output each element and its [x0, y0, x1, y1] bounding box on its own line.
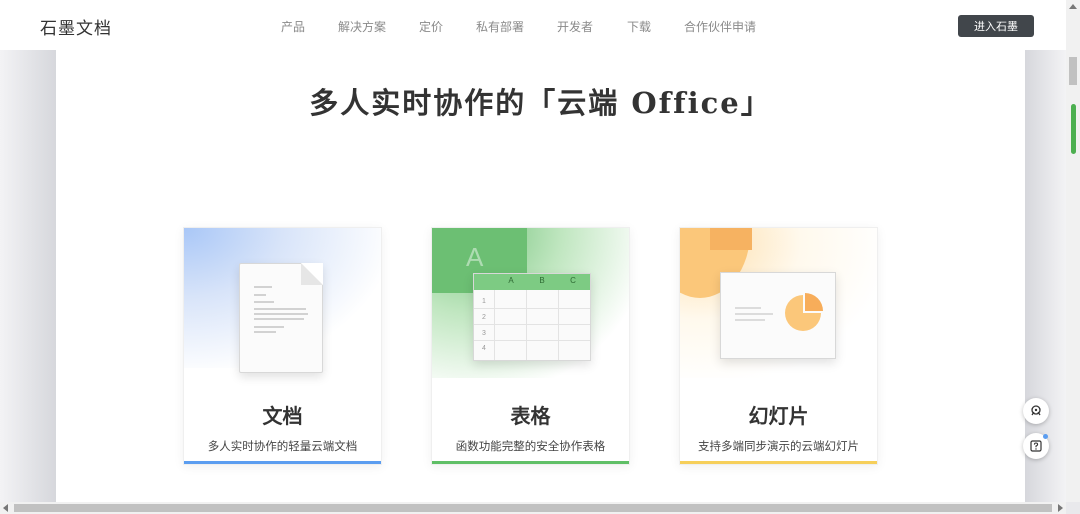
top-nav-bar: 石墨文档 产品 解决方案 定价 私有部署 开发者 下载 合作伙伴申请 进入石墨 [0, 0, 1066, 50]
main-content: 多人实时协作的「云端 Office」 文档 多人实时协作的轻量云端文档 A A … [56, 50, 1025, 502]
sheet-row-label: 1 [482, 298, 486, 305]
left-page-shadow [0, 50, 56, 502]
sheet-column-label: C [570, 276, 576, 285]
doc-text-line [254, 286, 272, 288]
vertical-scroll-thumb[interactable] [1069, 57, 1077, 85]
doc-text-line [254, 331, 276, 333]
sheet-grid-line [474, 324, 590, 325]
nav-item-partner-apply[interactable]: 合作伙伴申请 [684, 18, 756, 35]
nav-item-solutions[interactable]: 解决方案 [338, 18, 386, 35]
nav-item-products[interactable]: 产品 [281, 18, 305, 35]
scroll-up-arrow-icon[interactable] [1069, 4, 1077, 9]
doc-text-line [254, 294, 266, 296]
enter-shimo-button[interactable]: 进入石墨 [958, 15, 1034, 37]
vertical-scrollbar[interactable] [1066, 0, 1080, 502]
customer-support-button[interactable] [1023, 398, 1049, 424]
card-accent-bar [432, 461, 629, 464]
card-title: 幻灯片 [748, 404, 809, 428]
main-nav: 产品 解决方案 定价 私有部署 开发者 下载 合作伙伴申请 [0, 18, 1066, 34]
nav-item-private-deploy[interactable]: 私有部署 [476, 18, 524, 35]
hero-headline: 多人实时协作的「云端 Office」 [309, 86, 772, 120]
card-title: 表格 [510, 404, 551, 428]
scroll-left-arrow-icon[interactable] [3, 504, 8, 512]
doc-text-line [254, 313, 308, 315]
card-description: 多人实时协作的轻量云端文档 [207, 441, 358, 453]
sheet-row-label: 2 [482, 314, 486, 321]
product-card-sheets[interactable]: A A B C 1 2 3 4 表格 函数功能完整的安全协作表格 [431, 227, 630, 465]
sheet-row-label: 3 [482, 330, 486, 337]
help-button[interactable] [1023, 433, 1049, 459]
scroll-right-arrow-icon[interactable] [1058, 504, 1063, 512]
nav-item-download[interactable]: 下载 [627, 18, 651, 35]
card-description: 支持多端同步演示的云端幻灯片 [698, 441, 859, 453]
help-icon [1030, 440, 1042, 452]
sheet-grid-line [494, 290, 495, 360]
doc-text-line [254, 318, 304, 320]
slide-text-line [735, 319, 765, 321]
sheet-column-label: B [539, 276, 545, 285]
doc-text-line [254, 308, 306, 310]
horizontal-scroll-thumb[interactable] [14, 504, 1052, 512]
nav-item-pricing[interactable]: 定价 [419, 18, 443, 35]
slides-decor-square [710, 228, 752, 250]
product-card-docs[interactable]: 文档 多人实时协作的轻量云端文档 [183, 227, 382, 465]
headset-icon [1031, 405, 1041, 416]
sheet-row-label: 4 [482, 345, 486, 352]
doc-text-line [254, 326, 284, 328]
sheets-watermark-letter: A [466, 242, 484, 272]
card-accent-bar [184, 461, 381, 464]
slide-text-line [735, 313, 773, 315]
doc-text-line [254, 301, 274, 303]
slide-text-line [735, 307, 761, 309]
sheet-grid-line [474, 340, 590, 341]
product-card-slides[interactable]: 幻灯片 支持多端同步演示的云端幻灯片 [679, 227, 878, 465]
page-fold [301, 263, 323, 285]
sheet-grid-line [474, 308, 590, 309]
sheet-grid-line [526, 290, 527, 360]
card-description: 函数功能完整的安全协作表格 [455, 441, 606, 453]
side-progress-indicator [1071, 104, 1076, 154]
nav-item-developers[interactable]: 开发者 [557, 18, 593, 35]
spreadsheet-illustration-icon: A B C 1 2 3 4 [473, 273, 591, 361]
sheet-grid-line [558, 290, 559, 360]
card-accent-bar [680, 461, 877, 464]
notification-dot [1043, 434, 1048, 439]
slide-illustration-icon [720, 272, 836, 359]
sheet-column-label: A [508, 276, 514, 285]
card-title: 文档 [262, 404, 303, 428]
document-illustration-icon [239, 263, 323, 373]
horizontal-scrollbar[interactable] [0, 502, 1066, 514]
